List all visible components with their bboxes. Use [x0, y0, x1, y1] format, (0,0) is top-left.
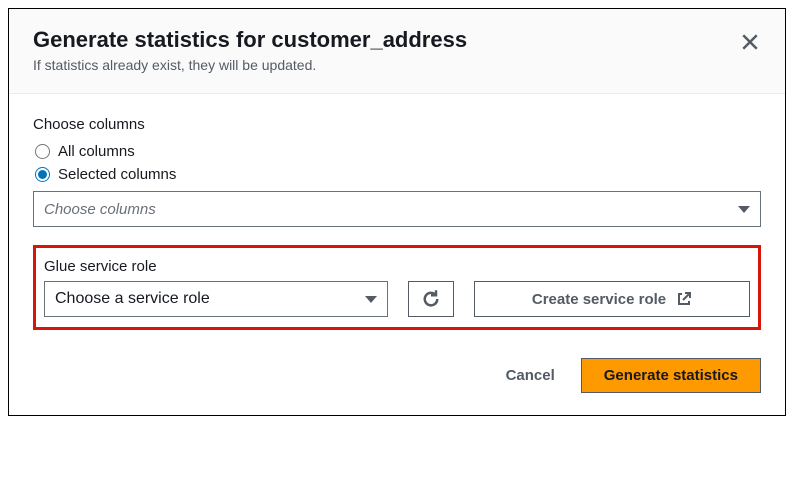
radio-selected-columns-input[interactable]	[35, 167, 50, 182]
chevron-down-icon	[738, 206, 750, 213]
glue-role-label: Glue service role	[44, 258, 750, 275]
modal-footer: Cancel Generate statistics	[9, 338, 785, 415]
columns-select[interactable]: Choose columns	[33, 191, 761, 227]
glue-role-highlight: Glue service role Choose a service role …	[33, 245, 761, 330]
external-link-icon	[676, 291, 692, 307]
modal-title: Generate statistics for customer_address	[33, 27, 761, 53]
create-service-role-button[interactable]: Create service role	[474, 281, 750, 317]
service-role-select[interactable]: Choose a service role	[44, 281, 388, 317]
service-role-placeholder: Choose a service role	[55, 290, 210, 308]
generate-statistics-modal: Generate statistics for customer_address…	[8, 8, 786, 416]
modal-header: Generate statistics for customer_address…	[9, 9, 785, 94]
cancel-button[interactable]: Cancel	[500, 359, 561, 392]
radio-selected-columns-label: Selected columns	[58, 166, 176, 183]
radio-selected-columns[interactable]: Selected columns	[33, 166, 761, 183]
close-button[interactable]	[737, 29, 763, 55]
modal-body: Choose columns All columns Selected colu…	[9, 94, 785, 338]
refresh-button[interactable]	[408, 281, 454, 317]
generate-statistics-button[interactable]: Generate statistics	[581, 358, 761, 393]
glue-role-row: Choose a service role Create service rol…	[44, 281, 750, 317]
columns-select-placeholder: Choose columns	[44, 201, 156, 218]
create-service-role-label: Create service role	[532, 291, 666, 308]
radio-all-columns[interactable]: All columns	[33, 143, 761, 160]
refresh-icon	[421, 289, 441, 309]
radio-all-columns-label: All columns	[58, 143, 135, 160]
close-icon	[741, 33, 759, 51]
choose-columns-label: Choose columns	[33, 116, 761, 133]
chevron-down-icon	[365, 296, 377, 303]
radio-all-columns-input[interactable]	[35, 144, 50, 159]
modal-subtitle: If statistics already exist, they will b…	[33, 57, 761, 73]
